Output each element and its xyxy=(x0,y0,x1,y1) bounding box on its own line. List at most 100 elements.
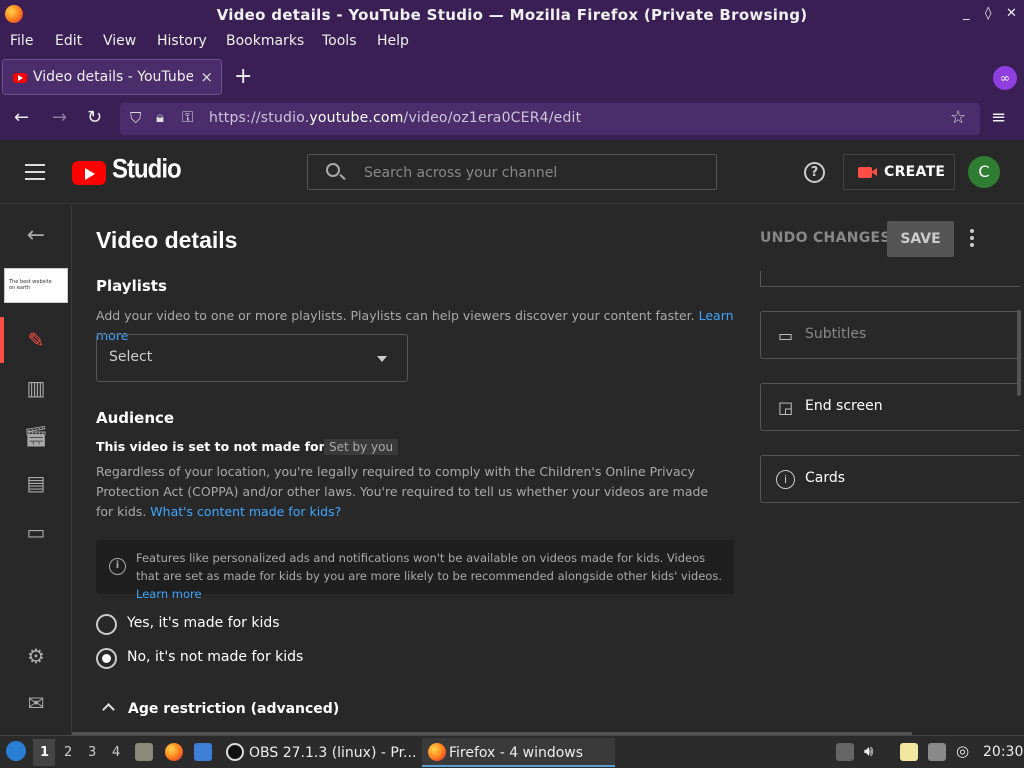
menu-bookmarks[interactable]: Bookmarks xyxy=(226,33,304,49)
chromium-icon[interactable]: ◎ xyxy=(956,742,969,760)
clipboard-icon[interactable] xyxy=(900,743,918,761)
right-card-partial xyxy=(760,271,1020,287)
main-content: Video details UNDO CHANGES SAVE Playlist… xyxy=(72,205,1024,735)
analytics-icon[interactable]: ▥ xyxy=(22,374,50,402)
studio-header: Studio ? CREATE C xyxy=(0,140,1024,204)
chevron-up-icon[interactable] xyxy=(102,703,115,716)
minimize-button[interactable]: _ xyxy=(963,6,970,21)
undo-changes-button[interactable]: UNDO CHANGES xyxy=(760,230,891,246)
kids-info-box: i Features like personalized ads and not… xyxy=(96,540,734,601)
info-icon: i xyxy=(109,558,126,575)
workspace-4[interactable]: 4 xyxy=(112,745,120,760)
maximize-button[interactable]: ◊ xyxy=(985,6,991,21)
obs-taskbar-item[interactable]: OBS 27.1.3 (linux) - Pr... xyxy=(222,738,417,767)
menu-history[interactable]: History xyxy=(157,33,207,49)
app-menu-icon[interactable]: ≡ xyxy=(991,107,1006,128)
desktop-icon[interactable] xyxy=(194,743,212,761)
reload-button[interactable]: ↻ xyxy=(87,107,102,128)
firefox-launcher-icon[interactable] xyxy=(165,743,183,761)
subtitles-card[interactable]: ▭ Subtitles xyxy=(760,311,1020,359)
menu-help[interactable]: Help xyxy=(377,33,409,49)
network-icon[interactable] xyxy=(928,743,946,761)
radio-not-made-for-kids-label[interactable]: No, it's not made for kids xyxy=(127,649,303,665)
video-camera-icon xyxy=(858,167,877,178)
more-options-icon[interactable] xyxy=(970,229,974,249)
back-button[interactable]: ← xyxy=(14,107,29,128)
comments-icon[interactable]: ▤ xyxy=(22,469,50,497)
settings-gear-icon[interactable]: ⚙ xyxy=(22,642,50,670)
key-icon[interactable]: ⚿ xyxy=(182,108,193,126)
thumbnail-text: The best website on earth xyxy=(9,279,52,291)
edit-pencil-icon[interactable]: ✎ xyxy=(22,326,50,354)
editor-clapperboard-icon[interactable]: 🎬︎ xyxy=(22,422,50,450)
hamburger-menu-icon[interactable] xyxy=(25,164,45,180)
menubar: File Edit View History Bookmarks Tools H… xyxy=(0,30,1024,58)
save-button[interactable]: SAVE xyxy=(887,221,954,257)
navigation-bar: ← → ↻ ⛉ 🔒︎ ⚿ https://studio.youtube.com/… xyxy=(0,98,1024,140)
tab-title: Video details - YouTube Studio xyxy=(33,69,193,85)
new-tab-button[interactable]: + xyxy=(234,64,252,89)
video-thumbnail[interactable]: The best website on earth xyxy=(4,268,68,303)
file-manager-icon[interactable] xyxy=(135,743,153,761)
radio-not-made-for-kids[interactable] xyxy=(96,648,117,669)
avatar[interactable]: C xyxy=(968,156,1000,188)
obs-task-label: OBS 27.1.3 (linux) - Pr... xyxy=(249,745,417,761)
radio-made-for-kids[interactable] xyxy=(96,614,117,635)
cards-card[interactable]: i Cards xyxy=(760,455,1020,503)
create-button[interactable]: CREATE xyxy=(843,154,955,190)
tray-usb-icon[interactable] xyxy=(836,743,854,761)
cards-label: Cards xyxy=(805,470,846,486)
playlist-select[interactable]: Select xyxy=(96,334,408,382)
help-icon[interactable]: ? xyxy=(804,162,825,183)
menu-tools[interactable]: Tools xyxy=(322,33,357,49)
content-made-for-kids-link[interactable]: What's content made for kids? xyxy=(150,504,341,519)
taskbar: 1 2 3 4 OBS 27.1.3 (linux) - Pr... Firef… xyxy=(0,735,1024,768)
search-input[interactable] xyxy=(364,163,694,183)
shield-icon[interactable]: ⛉ xyxy=(130,109,141,127)
select-label: Select xyxy=(109,349,153,365)
clock: 20:30 xyxy=(983,744,1024,760)
end-screen-card[interactable]: ◲ End screen xyxy=(760,383,1020,431)
url-text[interactable]: https://studio.youtube.com/video/oz1era0… xyxy=(209,110,581,126)
kids-info-text: Features like personalized ads and notif… xyxy=(136,551,722,601)
tab-bar: Video details - YouTube Studio × + ∞ xyxy=(0,58,1024,98)
audience-status: This video is set to not made for kids xyxy=(96,439,359,454)
end-screen-icon: ◲ xyxy=(777,398,794,417)
end-screen-label: End screen xyxy=(805,398,883,414)
firefox-task-icon xyxy=(428,743,446,761)
create-label: CREATE xyxy=(884,164,946,180)
workspace-2[interactable]: 2 xyxy=(64,745,72,760)
url-bar[interactable]: ⛉ 🔒︎ ⚿ https://studio.youtube.com/video/… xyxy=(120,103,980,135)
menu-edit[interactable]: Edit xyxy=(55,33,82,49)
workspace-3[interactable]: 3 xyxy=(88,745,96,760)
firefox-taskbar-item[interactable]: Firefox - 4 windows xyxy=(422,738,615,767)
dropdown-arrow-icon xyxy=(377,356,387,362)
firefox-task-label: Firefox - 4 windows xyxy=(449,745,584,761)
browser-tab[interactable]: Video details - YouTube Studio × xyxy=(2,59,222,95)
menu-file[interactable]: File xyxy=(10,33,33,49)
back-arrow-icon[interactable]: ← xyxy=(22,222,50,250)
volume-icon[interactable]: 🔊︎ xyxy=(864,742,873,760)
menu-view[interactable]: View xyxy=(103,33,136,49)
audience-heading: Audience xyxy=(96,409,175,427)
forward-button[interactable]: → xyxy=(52,107,67,128)
youtube-logo-icon[interactable] xyxy=(72,161,106,185)
close-window-button[interactable]: ✕ xyxy=(1006,6,1017,21)
lock-icon[interactable]: 🔒︎ xyxy=(156,108,164,126)
tab-close-icon[interactable]: × xyxy=(200,68,213,86)
workspace-1[interactable]: 1 xyxy=(40,745,49,760)
start-menu-icon[interactable] xyxy=(6,741,26,761)
radio-made-for-kids-label[interactable]: Yes, it's made for kids xyxy=(127,615,280,631)
private-browsing-icon: ∞ xyxy=(993,66,1017,90)
set-by-you-badge: Set by you xyxy=(324,439,399,455)
feedback-icon[interactable]: ✉ xyxy=(22,689,50,717)
vertical-scrollbar[interactable] xyxy=(1017,310,1021,396)
search-icon xyxy=(326,163,340,177)
studio-logo-text[interactable]: Studio xyxy=(112,155,182,186)
bookmark-star-icon[interactable]: ☆ xyxy=(950,107,966,128)
obs-icon xyxy=(226,743,244,761)
info-learn-more-link[interactable]: Learn more xyxy=(136,587,202,601)
subtitles-icon[interactable]: ▭ xyxy=(22,518,50,546)
age-restriction-toggle[interactable]: Age restriction (advanced) xyxy=(128,701,339,717)
search-box[interactable] xyxy=(307,154,717,190)
